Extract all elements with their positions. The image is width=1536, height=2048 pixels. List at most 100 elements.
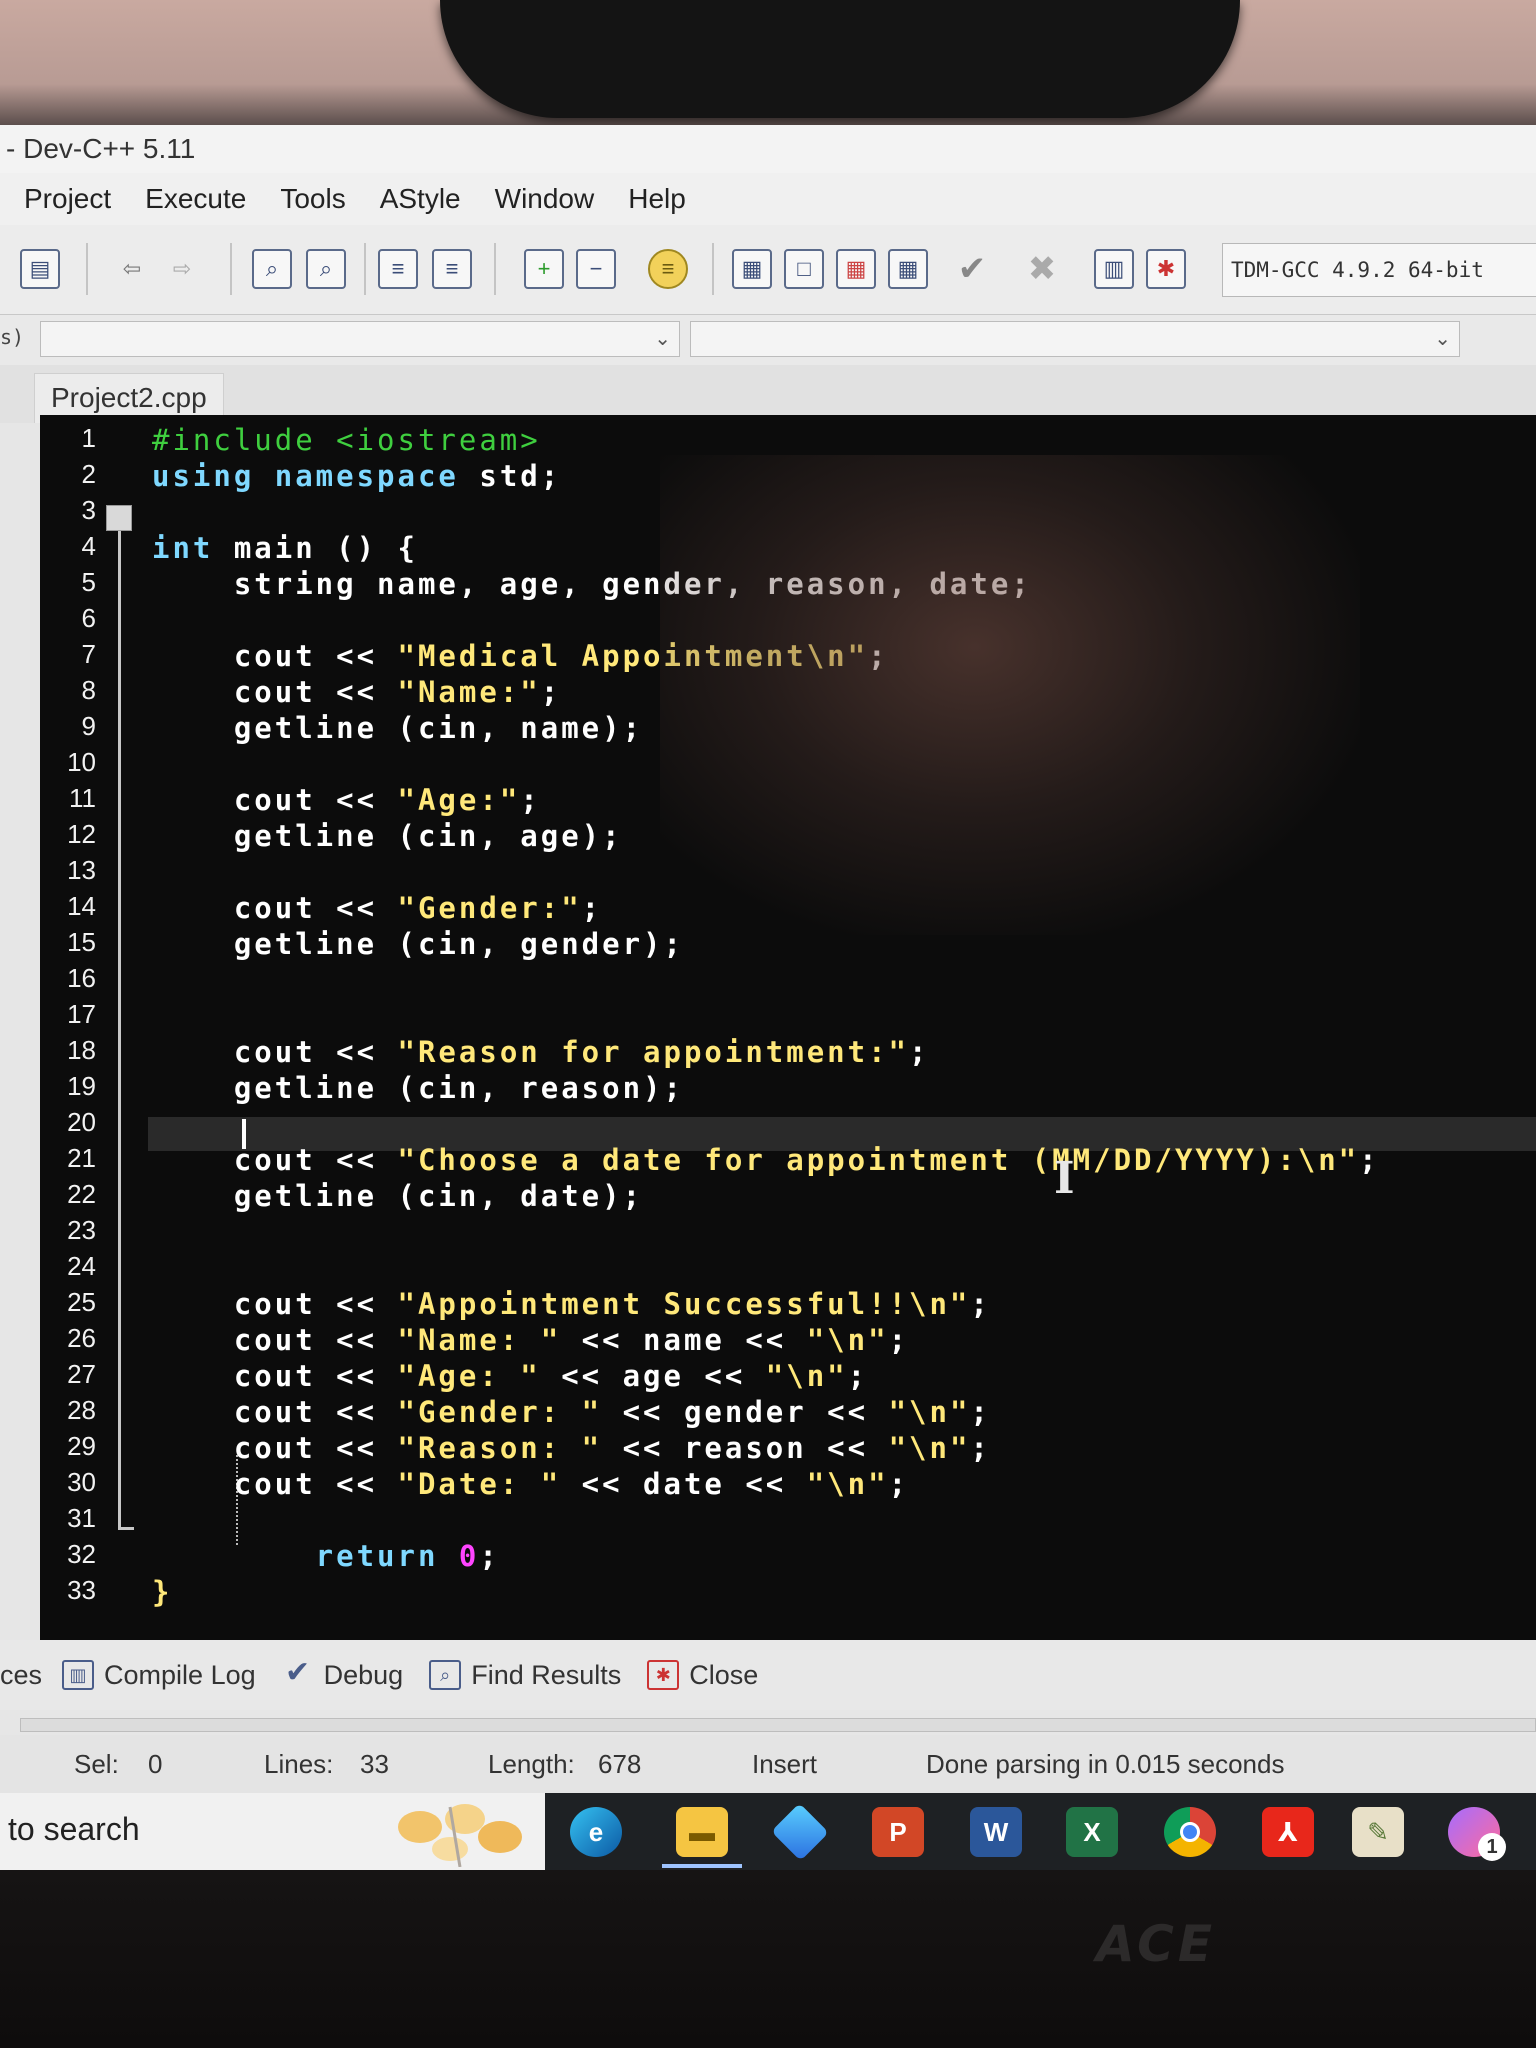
- screen-glare: [660, 455, 1360, 935]
- code-text: << reason <<: [602, 1431, 889, 1465]
- project-options-icon[interactable]: ≡: [648, 249, 688, 289]
- edge-icon[interactable]: e: [570, 1807, 622, 1857]
- line-number: 25: [67, 1287, 96, 1317]
- code-line-26: cout << "Age: " << age << "\n";: [152, 1359, 868, 1393]
- menu-window[interactable]: Window: [495, 183, 595, 215]
- replace-icon[interactable]: ⌕: [306, 249, 346, 289]
- stop-execution-icon[interactable]: ✱: [1146, 249, 1186, 289]
- search-placeholder: to search: [8, 1811, 140, 1847]
- code-line-31: return 0;: [152, 1539, 500, 1573]
- line-number: 30: [67, 1467, 96, 1497]
- keyword: using namespace: [152, 459, 459, 493]
- code-text: << name <<: [561, 1323, 807, 1357]
- tab-close[interactable]: ✱ Close: [647, 1660, 758, 1691]
- status-bar: Sel: 0 Lines: 33 Length: 678 Insert Done…: [0, 1735, 1536, 1793]
- string-literal: "\n": [888, 1395, 971, 1429]
- code-text: getline (cin, name);: [152, 711, 644, 745]
- chrome-icon[interactable]: [1164, 1807, 1216, 1857]
- code-text: cout <<: [152, 1143, 398, 1177]
- line-number: 31: [67, 1503, 96, 1533]
- fold-toggle-icon[interactable]: [106, 505, 132, 531]
- line-number: 21: [67, 1143, 96, 1173]
- code-line-14: cout << "Gender:";: [152, 891, 602, 925]
- unindent-icon[interactable]: ≡: [432, 249, 472, 289]
- tab-compile-log[interactable]: ▥ Compile Log: [62, 1660, 256, 1691]
- code-line-1: #include <iostream>: [152, 423, 541, 457]
- menu-project[interactable]: Project: [24, 183, 111, 215]
- line-number: 32: [67, 1539, 96, 1569]
- code-line-28: cout << "Reason: " << reason << "\n";: [152, 1431, 991, 1465]
- code-text: ;: [909, 1035, 930, 1069]
- acrobat-icon[interactable]: ⅄: [1262, 1807, 1314, 1857]
- indent-icon[interactable]: ≡: [378, 249, 418, 289]
- status-sel-label: Sel:: [74, 1749, 119, 1779]
- print-icon[interactable]: ▤: [20, 249, 60, 289]
- messenger-icon[interactable]: 1: [1448, 1807, 1506, 1861]
- copilot-icon[interactable]: [771, 1803, 829, 1861]
- string-literal: "\n": [765, 1359, 848, 1393]
- notification-badge: 1: [1478, 1833, 1506, 1861]
- code-text: << date <<: [561, 1467, 807, 1501]
- menu-astyle[interactable]: AStyle: [380, 183, 461, 215]
- toolbar-separator: [364, 243, 366, 295]
- color-grid-icon[interactable]: ▦: [836, 249, 876, 289]
- compiler-select[interactable]: TDM-GCC 4.9.2 64-bit: [1222, 243, 1536, 297]
- find-icon[interactable]: ⌕: [252, 249, 292, 289]
- line-number: 19: [67, 1071, 96, 1101]
- search-highlight-art-icon: [398, 1804, 522, 1867]
- menu-execute[interactable]: Execute: [145, 183, 246, 215]
- redo-icon[interactable]: ⇨: [162, 249, 202, 289]
- notepad-icon[interactable]: ✎: [1352, 1807, 1404, 1857]
- code-line-9: getline (cin, name);: [152, 711, 643, 745]
- status-length-label: Length:: [488, 1749, 575, 1779]
- cross-icon[interactable]: ✖: [1022, 249, 1062, 289]
- tab-label: Compile Log: [104, 1659, 256, 1690]
- code-text: cout <<: [152, 1359, 398, 1393]
- tile-grid-2-icon[interactable]: ▦: [888, 249, 928, 289]
- code-text: cout <<: [152, 891, 398, 925]
- member-dropdown[interactable]: ⌄: [690, 321, 1460, 357]
- panel-progress-bar: [20, 1718, 1536, 1732]
- code-text: ;: [970, 1431, 991, 1465]
- add-file-icon[interactable]: +: [524, 249, 564, 289]
- code-line-5: string name, age, gender, reason, date;: [152, 567, 1032, 601]
- line-number: 29: [67, 1431, 96, 1461]
- tab-debug[interactable]: ✔ Debug: [282, 1658, 403, 1691]
- string-literal: "Gender: ": [397, 1395, 603, 1429]
- code-line-8: cout << "Name:";: [152, 675, 561, 709]
- code-text: main () {: [213, 531, 418, 565]
- menu-help[interactable]: Help: [628, 183, 686, 215]
- excel-icon[interactable]: X: [1066, 1807, 1118, 1857]
- line-number: 16: [67, 963, 96, 993]
- line-number-gutter: 1 2 3 4 5 6 7 8 9 10 11 12 13 14 15 16 1…: [40, 415, 102, 1640]
- code-text: getline (cin, date);: [152, 1179, 644, 1213]
- line-number: 26: [67, 1323, 96, 1353]
- code-text: << age <<: [540, 1359, 766, 1393]
- tab-find-results[interactable]: ⌕ Find Results: [429, 1660, 621, 1691]
- menu-tools[interactable]: Tools: [280, 183, 345, 215]
- file-explorer-icon[interactable]: ▬: [676, 1807, 728, 1857]
- taskbar-search-box[interactable]: to search: [0, 1793, 545, 1870]
- remove-file-icon[interactable]: −: [576, 249, 616, 289]
- code-line-2: using namespace std;: [152, 459, 561, 493]
- line-number: 13: [67, 855, 96, 885]
- code-editor[interactable]: 1 2 3 4 5 6 7 8 9 10 11 12 13 14 15 16 1…: [40, 415, 1536, 1640]
- powerpoint-icon[interactable]: P: [872, 1807, 924, 1857]
- bottom-panel-tabs: ces ▥ Compile Log ✔ Debug ⌕ Find Results…: [0, 1640, 1536, 1710]
- undo-icon[interactable]: ⇦: [112, 249, 152, 289]
- single-window-icon[interactable]: □: [784, 249, 824, 289]
- line-number: 33: [67, 1575, 96, 1605]
- code-text: << gender <<: [602, 1395, 889, 1429]
- chart-icon[interactable]: ▥: [1094, 249, 1134, 289]
- check-icon[interactable]: ✔: [952, 249, 992, 289]
- line-number: 3: [81, 495, 96, 525]
- string-literal: "Medical Appointment\n": [397, 639, 869, 673]
- class-dropdown[interactable]: ⌄: [40, 321, 680, 357]
- word-icon[interactable]: W: [970, 1807, 1022, 1857]
- status-message: Done parsing in 0.015 seconds: [926, 1749, 1285, 1779]
- code-text: ;: [888, 1323, 910, 1357]
- class-combo-bar: s) ⌄ ⌄: [0, 315, 1536, 365]
- code-text: getline (cin, age);: [152, 819, 623, 853]
- tile-grid-icon[interactable]: ▦: [732, 249, 772, 289]
- code-text: ;: [888, 1467, 910, 1501]
